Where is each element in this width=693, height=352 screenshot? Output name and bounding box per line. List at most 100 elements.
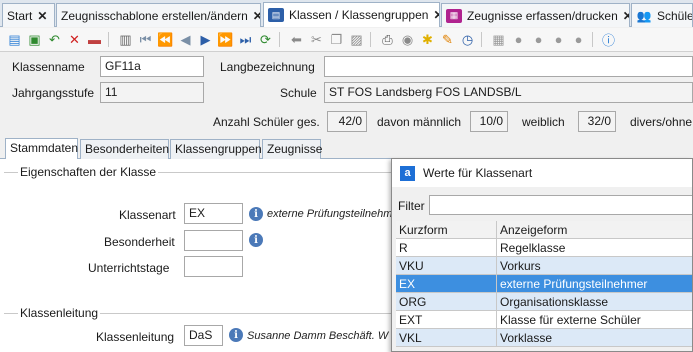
tab-schueler[interactable]: 👥 Schüler	[631, 3, 693, 27]
toolbar-separator	[279, 32, 280, 47]
kurzform-cell: EX	[396, 275, 497, 293]
info-icon[interactable]: i	[249, 207, 263, 221]
kurzform-cell: EXT	[396, 311, 497, 329]
filter-label: Filter	[398, 199, 425, 213]
tab-label: Start	[7, 8, 33, 23]
jahrgangsstufe-field[interactable]: 11	[100, 82, 204, 103]
column-header-kurzform[interactable]: Kurzform	[396, 221, 497, 239]
list-icon[interactable]: ▥	[117, 31, 134, 48]
delete-icon[interactable]: ✕	[66, 31, 83, 48]
tab-zeugnisschablone[interactable]: Zeugnisschablone erstellen/ändern ✕	[56, 3, 261, 27]
tab-label: Zeugnisschablone erstellen/ändern	[61, 8, 248, 23]
class-header-form: Klassenname GF11a Langbezeichnung Jahrga…	[0, 53, 693, 135]
jahrgangsstufe-label: Jahrgangsstufe	[12, 86, 95, 100]
anzahl-label: Anzahl Schüler ges.	[213, 115, 320, 129]
save-icon[interactable]: ▣	[26, 31, 43, 48]
group-icon[interactable]: ●	[550, 31, 567, 48]
anzeigeform-cell: Vorkurs	[497, 257, 692, 275]
tab-besonderheiten[interactable]: Besonderheiten	[80, 139, 169, 159]
new-icon[interactable]: ▤	[6, 31, 23, 48]
paste-icon[interactable]: ▨	[348, 31, 365, 48]
schule-label: Schule	[280, 86, 317, 100]
klassenleitung-label: Klassenleitung	[96, 330, 175, 344]
tab-start[interactable]: Start ✕	[2, 3, 55, 27]
anzeigeform-cell: Organisationsklasse	[497, 293, 692, 311]
lightbulb-icon[interactable]: ✱	[419, 31, 436, 48]
refresh-icon[interactable]: ⟳	[257, 31, 274, 48]
langbezeichnung-field[interactable]	[324, 56, 693, 77]
besonderheit-field[interactable]	[184, 230, 243, 251]
toolbar-separator	[481, 32, 482, 47]
preview-icon[interactable]: ◉	[399, 31, 416, 48]
copy-icon[interactable]: ❐	[328, 31, 345, 48]
klassenart-hint: externe Prüfungsteilnehmer	[267, 208, 403, 220]
klassenleitung-field[interactable]: DaS	[184, 325, 223, 346]
kurzform-cell: R	[396, 239, 497, 257]
cut-icon[interactable]: ✂	[308, 31, 325, 48]
tab-label: Klassen / Klassengruppen	[289, 8, 429, 22]
document-tab-bar: Start ✕ Zeugnisschablone erstellen/änder…	[0, 0, 693, 27]
undo-icon[interactable]: ↶	[46, 31, 63, 48]
tab-zeugnisse-erfassen[interactable]: ▦ Zeugnisse erfassen/drucken ✕	[441, 3, 630, 27]
klassenart-lookup-popup: a Werte für Klassenart Filter Kurzform A…	[391, 158, 693, 352]
clock-icon[interactable]: ◷	[459, 31, 476, 48]
schule-field[interactable]: ST FOS Landsberg FOS LANDSB/L	[324, 82, 693, 103]
tab-stammdaten[interactable]: Stammdaten	[5, 138, 78, 160]
klassenname-field[interactable]: GF11a	[100, 56, 204, 77]
grid-row-selected[interactable]: EX externe Prüfungsteilnehmer	[396, 275, 692, 293]
tools-icon[interactable]: ✎	[439, 31, 456, 48]
grid-row[interactable]: EXT Klasse für externe Schüler	[396, 311, 692, 329]
info-icon[interactable]: i	[229, 328, 243, 342]
grid-row[interactable]: R Regelklasse	[396, 239, 692, 257]
kurzform-cell: VKU	[396, 257, 497, 275]
help-icon[interactable]: ⓘ	[600, 31, 617, 48]
klassenart-label: Klassenart	[119, 208, 176, 222]
anzeigeform-cell: Vorklasse	[497, 329, 692, 347]
tab-zeugnisse[interactable]: Zeugnisse	[262, 139, 322, 159]
first-record-icon[interactable]: ⏮	[137, 31, 154, 48]
anzeigeform-cell: Regelklasse	[497, 239, 692, 257]
anzeigeform-cell: externe Prüfungsteilnehmer	[497, 275, 692, 293]
tab-label: Schüler	[657, 8, 692, 23]
info-icon[interactable]: i	[249, 233, 263, 247]
previous-page-icon[interactable]: ⏪	[157, 31, 174, 48]
weiblich-field: 32/0	[578, 111, 616, 132]
unterrichtstage-field[interactable]	[184, 256, 243, 277]
klassenleitung-title: Klassenleitung	[18, 306, 101, 320]
grid-row[interactable]: ORG Organisationsklasse	[396, 293, 692, 311]
grid-row[interactable]: VKU Vorkurs	[396, 257, 692, 275]
divers-label: divers/ohne	[630, 115, 693, 129]
last-record-icon[interactable]: ⏭	[237, 31, 254, 48]
class-table-icon: ▤	[268, 8, 284, 22]
maennlich-field: 10/0	[470, 111, 508, 132]
arrow-left-icon[interactable]: ⬅	[288, 31, 305, 48]
grid-row[interactable]: VKL Vorklasse	[396, 329, 692, 347]
close-icon[interactable]: ✕	[433, 8, 439, 22]
section-tab-bar: Stammdaten Besonderheiten Klassengruppen…	[0, 137, 693, 160]
column-header-anzeigeform[interactable]: Anzeigeform	[497, 221, 692, 239]
anzahl-field: 42/0	[327, 111, 367, 132]
unterrichtstage-label: Unterrichtstage	[88, 261, 170, 275]
grid-header-row: Kurzform Anzeigeform	[396, 221, 692, 239]
print-icon[interactable]: ⎙	[379, 31, 396, 48]
close-icon[interactable]: ✕	[623, 9, 629, 23]
tab-klassen[interactable]: ▤ Klassen / Klassengruppen ✕	[263, 2, 440, 27]
user-icon[interactable]: ●	[510, 31, 527, 48]
weiblich-label: weiblich	[522, 115, 565, 129]
filter-input[interactable]	[429, 195, 692, 215]
delete-record-icon[interactable]: ▬	[86, 31, 103, 48]
users-icon[interactable]: ●	[530, 31, 547, 48]
toolbar-separator	[108, 32, 109, 47]
close-icon[interactable]: ✕	[37, 9, 47, 23]
tab-klassengruppen[interactable]: Klassengruppen	[170, 139, 262, 159]
klassenart-field[interactable]: EX	[184, 203, 243, 224]
report-icon: ▦	[446, 8, 462, 23]
group-settings-icon[interactable]: ●	[570, 31, 587, 48]
close-icon[interactable]: ✕	[253, 9, 260, 23]
next-record-icon[interactable]: ▶	[197, 31, 214, 48]
grid-icon[interactable]: ▦	[490, 31, 507, 48]
next-page-icon[interactable]: ⏩	[217, 31, 234, 48]
anzeigeform-cell: Klasse für externe Schüler	[497, 311, 692, 329]
toolbar-separator	[370, 32, 371, 47]
previous-record-icon[interactable]: ◀	[177, 31, 194, 48]
